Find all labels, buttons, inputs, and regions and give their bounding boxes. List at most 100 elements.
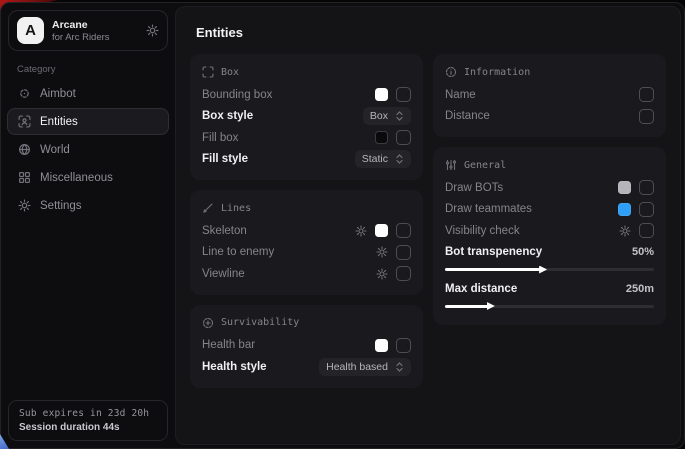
setting-label: Skeleton	[202, 225, 247, 237]
setting-label: Viewline	[202, 268, 245, 280]
scan-person-icon	[18, 115, 31, 128]
app-subtitle: for Arc Riders	[52, 32, 110, 43]
sidebar-item-label: Miscellaneous	[40, 172, 113, 184]
setting-row: Fill box	[202, 127, 411, 149]
sidebar-item-entities[interactable]: Entities	[7, 108, 169, 135]
setting-label: Box style	[202, 110, 253, 122]
checkbox[interactable]	[639, 109, 654, 124]
setting-row: Distance	[445, 106, 654, 128]
box-style-dropdown[interactable]: Box	[363, 107, 411, 125]
setting-row: Name	[445, 84, 654, 106]
row-gear-icon[interactable]	[376, 246, 388, 258]
info-icon	[445, 66, 457, 78]
subscription-box: Sub expires in 23d 20h Session duration …	[8, 400, 168, 441]
box-section: Box Bounding box Box style	[190, 54, 423, 180]
checkbox[interactable]	[396, 87, 411, 102]
setting-row: Draw BOTs	[445, 177, 654, 199]
setting-label: Draw BOTs	[445, 182, 503, 194]
setting-label: Bot transpenency	[445, 246, 542, 258]
sidebar-item-label: World	[40, 144, 70, 156]
row-gear-icon[interactable]	[355, 225, 367, 237]
checkbox[interactable]	[396, 266, 411, 281]
checkbox[interactable]	[396, 130, 411, 145]
sidebar-item-aimbot[interactable]: Aimbot	[7, 80, 169, 107]
globe-icon	[18, 143, 31, 156]
checkbox[interactable]	[639, 223, 654, 238]
dropdown-value: Static	[362, 153, 388, 165]
color-swatch[interactable]	[375, 88, 388, 101]
left-column: Box Bounding box Box style	[190, 54, 423, 388]
sidebar-item-settings[interactable]: Settings	[7, 192, 169, 219]
box-corners-icon	[202, 66, 214, 78]
setting-label: Max distance	[445, 283, 517, 295]
section-title: Box	[221, 67, 239, 78]
health-style-dropdown[interactable]: Health based	[319, 358, 411, 376]
color-swatch[interactable]	[375, 339, 388, 352]
setting-row: Visibility check	[445, 220, 654, 242]
slider-fill	[445, 305, 489, 308]
dropdown-value: Box	[370, 110, 388, 122]
setting-row: Line to enemy	[202, 242, 411, 264]
sidebar-item-label: Entities	[40, 116, 78, 128]
setting-row: Fill style Static	[202, 149, 411, 171]
screen: A Arcane for Arc Riders Category	[0, 0, 685, 449]
row-gear-icon[interactable]	[619, 225, 631, 237]
slider-label-row: Bot transpenency 50%	[445, 242, 654, 264]
session-duration-text: Session duration 44s	[19, 422, 157, 433]
sidebar-item-label: Settings	[40, 200, 82, 212]
right-column: Information Name Distance	[433, 54, 666, 325]
sliders-icon	[445, 159, 457, 171]
setting-label: Bounding box	[202, 89, 272, 101]
setting-label: Health bar	[202, 339, 255, 351]
sidebar-nav: Aimbot Entities	[7, 80, 169, 219]
setting-row: Skeleton	[202, 220, 411, 242]
color-swatch[interactable]	[618, 181, 631, 194]
app-logo: A	[17, 17, 44, 44]
sidebar-item-miscellaneous[interactable]: Miscellaneous	[7, 164, 169, 191]
color-swatch[interactable]	[618, 203, 631, 216]
grid-icon	[18, 171, 31, 184]
setting-row: Bounding box	[202, 84, 411, 106]
chevron-up-down-icon	[395, 111, 404, 121]
slider-fill	[445, 268, 541, 271]
checkbox[interactable]	[639, 87, 654, 102]
color-swatch[interactable]	[375, 224, 388, 237]
section-title: Information	[464, 67, 530, 78]
setting-label: Draw teammates	[445, 203, 532, 215]
setting-label: Name	[445, 89, 476, 101]
max-distance-slider[interactable]	[445, 305, 654, 308]
sidebar: A Arcane for Arc Riders Category	[1, 3, 175, 448]
section-title: General	[464, 160, 506, 171]
setting-row: Viewline	[202, 263, 411, 285]
checkbox[interactable]	[396, 245, 411, 260]
slider-label-row: Max distance 250m	[445, 278, 654, 300]
setting-label: Line to enemy	[202, 246, 274, 258]
checkbox[interactable]	[639, 202, 654, 217]
category-label: Category	[17, 64, 159, 75]
sidebar-item-world[interactable]: World	[7, 136, 169, 163]
fill-style-dropdown[interactable]: Static	[355, 150, 411, 168]
header-gear-icon[interactable]	[146, 24, 159, 37]
setting-row: Box style Box	[202, 106, 411, 128]
page-title: Entities	[196, 25, 666, 40]
checkbox[interactable]	[396, 223, 411, 238]
section-title: Lines	[221, 203, 251, 214]
health-cross-icon	[202, 317, 214, 329]
setting-row: Health bar	[202, 335, 411, 357]
pencil-line-icon	[202, 202, 214, 214]
setting-label: Visibility check	[445, 225, 520, 237]
app-name: Arcane	[52, 19, 110, 31]
setting-row: Draw teammates	[445, 199, 654, 221]
sub-expires-text: Sub expires in 23d 20h	[19, 408, 157, 419]
crosshair-icon	[18, 87, 31, 100]
chevron-up-down-icon	[395, 154, 404, 164]
checkbox[interactable]	[639, 180, 654, 195]
row-gear-icon[interactable]	[376, 268, 388, 280]
slider-value: 50%	[632, 246, 654, 258]
slider-value: 250m	[626, 283, 654, 295]
color-swatch[interactable]	[375, 131, 388, 144]
gear-icon	[18, 199, 31, 212]
checkbox[interactable]	[396, 338, 411, 353]
bot-transparency-slider[interactable]	[445, 268, 654, 271]
dropdown-value: Health based	[326, 361, 388, 373]
